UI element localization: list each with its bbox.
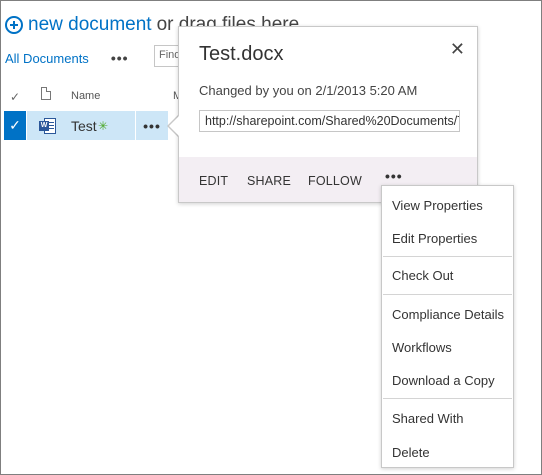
view-bar: All Documents ••• <box>5 49 129 67</box>
callout-pointer <box>169 115 180 137</box>
word-letter: W <box>39 121 49 131</box>
select-all-checkmark[interactable]: ✓ <box>10 90 20 104</box>
follow-action[interactable]: FOLLOW <box>308 174 362 188</box>
close-icon[interactable]: ✕ <box>450 39 465 60</box>
menu-item-compliance-details[interactable]: Compliance Details <box>392 307 504 322</box>
row-more-ellipsis-icon[interactable]: ••• <box>136 111 168 140</box>
callout-changed-info: Changed by you on 2/1/2013 5:20 AM <box>199 83 418 98</box>
column-header-name[interactable]: Name <box>71 90 100 102</box>
document-url-field[interactable]: http://sharepoint.com/Shared%20Documents… <box>199 110 460 132</box>
menu-item-workflows[interactable]: Workflows <box>392 340 452 355</box>
document-library-frame: new document or drag files here All Docu… <box>0 0 542 475</box>
menu-item-edit-properties[interactable]: Edit Properties <box>392 231 477 246</box>
view-all-documents[interactable]: All Documents <box>5 51 89 66</box>
menu-item-download-copy[interactable]: Download a Copy <box>392 373 495 388</box>
menu-item-check-out[interactable]: Check Out <box>392 268 453 283</box>
menu-item-view-properties[interactable]: View Properties <box>392 198 483 213</box>
menu-item-shared-with[interactable]: Shared With <box>392 411 464 426</box>
menu-divider <box>383 294 512 295</box>
add-circle-icon[interactable] <box>5 16 23 34</box>
word-document-icon: W <box>39 118 57 134</box>
share-action[interactable]: SHARE <box>247 174 291 188</box>
more-actions-ellipsis-icon[interactable]: ••• <box>385 168 403 184</box>
view-more-ellipsis-icon[interactable]: ••• <box>111 51 129 65</box>
menu-divider <box>383 398 512 399</box>
document-name-link[interactable]: Test <box>71 118 97 134</box>
new-document-link[interactable]: new document <box>28 14 152 36</box>
menu-item-delete[interactable]: Delete <box>392 445 430 460</box>
menu-divider <box>383 256 512 257</box>
context-menu: View Properties Edit Properties Check Ou… <box>381 185 514 468</box>
edit-action[interactable]: EDIT <box>199 174 228 188</box>
document-callout: Test.docx ✕ Changed by you on 2/1/2013 5… <box>178 26 478 203</box>
row-select-checkbox[interactable]: ✓ <box>4 111 26 140</box>
new-item-icon: ✳ <box>98 119 109 133</box>
callout-title: Test.docx <box>199 43 284 65</box>
document-type-icon <box>41 87 51 100</box>
